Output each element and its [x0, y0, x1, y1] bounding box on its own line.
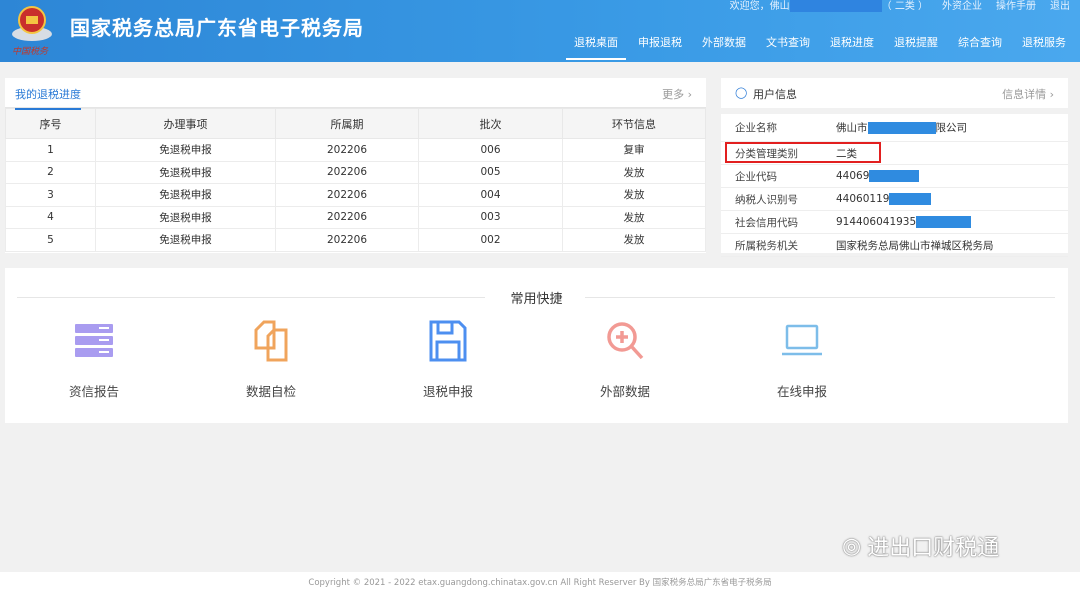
top-bar: 欢迎您，佛山 （ 二类 ） 外资企业 操作手册 退出: [730, 0, 1070, 12]
table-cell: 1: [5, 138, 96, 162]
footer: Copyright © 2021 - 2022 etax.guangdong.c…: [0, 572, 1080, 594]
header: 中国税务 国家税务总局广东省电子税务局 欢迎您，佛山 （ 二类 ） 外资企业 操作…: [0, 0, 1080, 62]
table-cell: 免退税申报: [95, 228, 276, 252]
info-label: 所属税务机关: [735, 239, 798, 252]
info-row: 所属税务机关 国家税务总局佛山市禅城区税务局: [721, 234, 1068, 257]
refund-progress-panel: 我的退税进度 更多 › 序号 办理事项 所属期 批次 环节信息 1 免退税申报 202…: [5, 78, 706, 253]
table-cell: 复审: [562, 138, 706, 162]
info-row: 企业名称 佛山市 限公司: [721, 114, 1068, 142]
user-icon: ◯: [735, 86, 748, 99]
server-list-icon: [75, 324, 113, 357]
table-cell: 003: [418, 205, 563, 229]
table-cell: 202206: [275, 160, 419, 184]
main-nav: 退税桌面 申报退税 外部数据 文书查询 退税进度 退税提醒 综合查询 退税服务: [562, 34, 1074, 60]
company-type-link[interactable]: 外资企业: [942, 0, 982, 12]
nav-refund-progress[interactable]: 退税进度: [822, 34, 882, 60]
table-cell: 发放: [562, 205, 706, 229]
watermark: ◎ 进出口财税通: [842, 533, 1000, 562]
info-value: 44069: [836, 170, 920, 182]
table-row[interactable]: 3 免退税申报 202206 004 发放: [5, 183, 706, 207]
info-row: 社会信用代码 914406041935: [721, 211, 1068, 234]
col-header: 办理事项: [95, 108, 276, 139]
nav-tax-desk[interactable]: 退税桌面: [566, 34, 626, 60]
col-header: 序号: [5, 108, 96, 139]
motto: 中国税务: [12, 47, 49, 57]
table-cell: 5: [5, 228, 96, 252]
info-row: 纳税人识别号 44060119: [721, 188, 1068, 211]
copy-files-icon: [254, 320, 288, 362]
info-label: 企业名称: [735, 122, 777, 134]
save-disk-icon: [429, 320, 467, 362]
info-label: 纳税人识别号: [735, 193, 798, 206]
nav-external-data[interactable]: 外部数据: [694, 34, 754, 60]
table-cell: 免退税申报: [95, 160, 276, 184]
zoom-in-icon: [607, 322, 644, 360]
info-value: 44060119: [836, 193, 932, 205]
table-cell: 002: [418, 228, 563, 252]
shortcut-refund-declare[interactable]: 退税申报: [403, 318, 493, 400]
info-value: 914406041935: [836, 216, 972, 228]
table-cell: 免退税申报: [95, 205, 276, 229]
table-row[interactable]: 5 免退税申报 202206 002 发放: [5, 228, 706, 252]
table-cell: 免退税申报: [95, 138, 276, 162]
table-row[interactable]: 4 免退税申报 202206 003 发放: [5, 205, 706, 229]
user-info-title: 用户信息: [753, 88, 797, 101]
nav-refund-service[interactable]: 退税服务: [1014, 34, 1074, 60]
nav-document-query[interactable]: 文书查询: [758, 34, 818, 60]
shortcuts-title: 常用快捷: [510, 292, 563, 307]
redacted-name: [789, 0, 882, 12]
table-cell: 发放: [562, 228, 706, 252]
tab-refund-progress[interactable]: 我的退税进度: [15, 86, 81, 110]
nav-refund-reminder[interactable]: 退税提醒: [886, 34, 946, 60]
col-header: 批次: [418, 108, 563, 139]
table-cell: 005: [418, 160, 563, 184]
tax-emblem-icon: [12, 6, 52, 41]
col-header: 所属期: [275, 108, 419, 139]
user-info-panel: ◯ 用户信息 信息详情 › 企业名称 佛山市 限公司 分类管理类别 二类 企业代码 4406…: [721, 78, 1068, 257]
table-cell: 202206: [275, 138, 419, 162]
col-header: 环节信息: [562, 108, 706, 139]
nav-general-query[interactable]: 综合查询: [950, 34, 1010, 60]
table-cell: 202206: [275, 228, 419, 252]
table-cell: 发放: [562, 160, 706, 184]
shortcut-data-check[interactable]: 数据自检: [226, 318, 316, 400]
shortcut-online-declare[interactable]: 在线申报: [757, 318, 847, 400]
table-cell: 202206: [275, 205, 419, 229]
table-cell: 006: [418, 138, 563, 162]
shortcuts-panel: 常用快捷 资信报告 数据自检 退税申报 外部数据 在线申报: [5, 268, 1068, 423]
table-cell: 3: [5, 183, 96, 207]
info-row: 企业代码 44069: [721, 165, 1068, 188]
table-row[interactable]: 2 免退税申报 202206 005 发放: [5, 160, 706, 184]
table-cell: 2: [5, 160, 96, 184]
category-text: （ 二类 ）: [881, 1, 928, 12]
site-title: 国家税务总局广东省电子税务局: [70, 16, 364, 40]
info-value: 佛山市 限公司: [836, 122, 967, 134]
shortcut-credit-report[interactable]: 资信报告: [49, 318, 139, 400]
logout-link[interactable]: 退出: [1050, 0, 1070, 12]
welcome-text: 欢迎您，佛山: [729, 1, 790, 12]
info-details-link[interactable]: 信息详情 ›: [1002, 86, 1054, 102]
info-value: 国家税务总局佛山市禅城区税务局: [836, 239, 994, 252]
nav-declare-refund[interactable]: 申报退税: [630, 34, 690, 60]
manual-link[interactable]: 操作手册: [996, 0, 1036, 12]
table-cell: 004: [418, 183, 563, 207]
table-cell: 202206: [275, 183, 419, 207]
progress-table: 序号 办理事项 所属期 批次 环节信息 1 免退税申报 202206 006 复审 2 免退…: [5, 108, 706, 252]
table-row[interactable]: 1 免退税申报 202206 006 复审: [5, 138, 706, 162]
more-link[interactable]: 更多 ›: [662, 86, 692, 102]
info-label: 企业代码: [735, 170, 777, 183]
laptop-icon: [782, 324, 822, 356]
table-cell: 4: [5, 205, 96, 229]
wechat-icon: ◎: [842, 533, 862, 559]
info-label: 社会信用代码: [735, 216, 798, 229]
table-cell: 发放: [562, 183, 706, 207]
highlight-box: [725, 142, 881, 163]
table-cell: 免退税申报: [95, 183, 276, 207]
shortcut-external-data[interactable]: 外部数据: [580, 318, 670, 400]
